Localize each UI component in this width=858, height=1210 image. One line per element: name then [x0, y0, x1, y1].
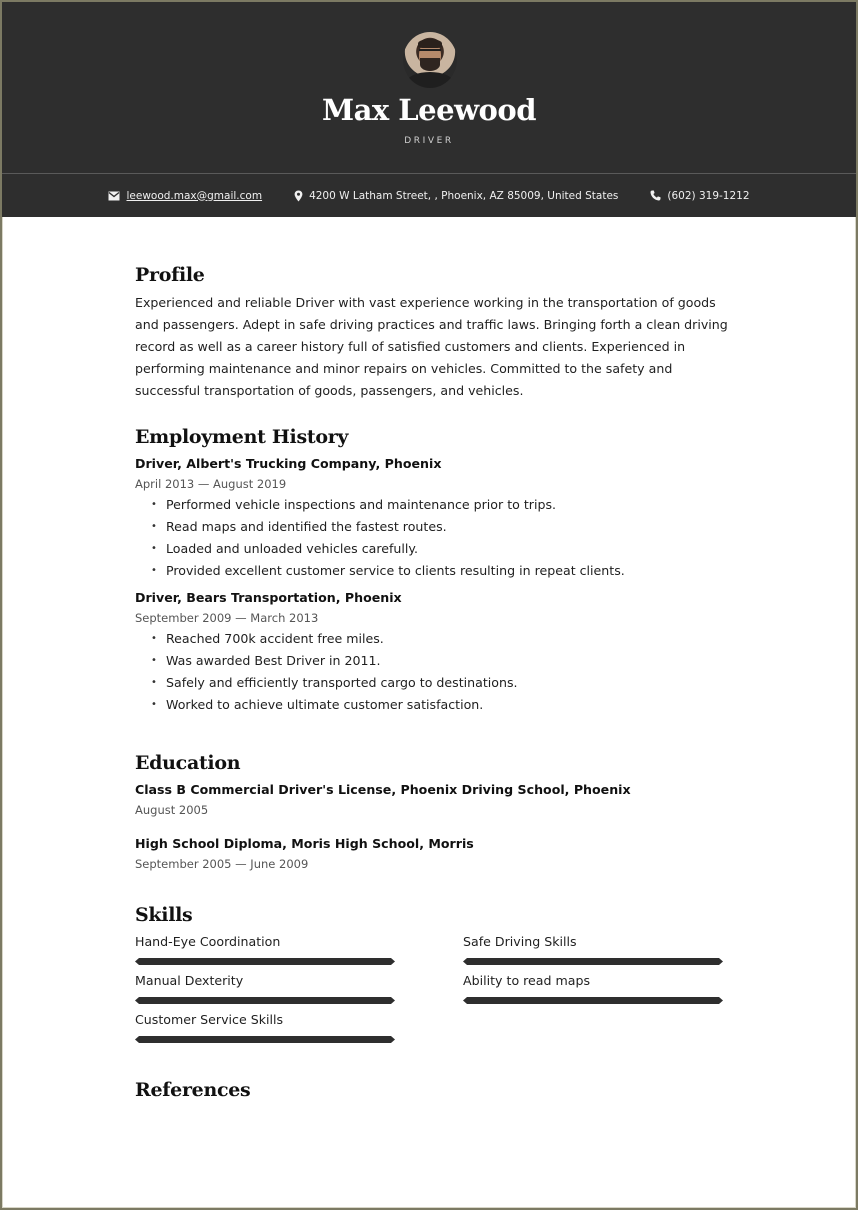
skill-item: Customer Service Skills — [135, 1012, 463, 1043]
skill-level-bar — [463, 958, 723, 965]
job-title: Driver, Albert's Trucking Company, Phoen… — [135, 456, 442, 471]
profile-text: Experienced and reliable Driver with vas… — [135, 295, 728, 398]
profile-section: Profile Experienced and reliable Driver … — [135, 264, 735, 402]
candidate-title: DRIVER — [404, 136, 454, 146]
skill-label: Customer Service Skills — [135, 1012, 284, 1027]
skill-item: Safe Driving Skills — [463, 934, 735, 965]
contact-bar: leewood.max@gmail.com 4200 W Latham Stre… — [2, 174, 856, 217]
resume-page: Max Leewood DRIVER leewood.max@gmail.com… — [0, 0, 858, 1210]
skill-item: Manual Dexterity — [135, 973, 463, 1004]
job-entry: Driver, Bears Transportation, Phoenix Se… — [135, 590, 735, 716]
job-title: Driver, Bears Transportation, Phoenix — [135, 590, 402, 605]
education-entry: High School Diploma, Moris High School, … — [135, 836, 735, 871]
education-title: Class B Commercial Driver's License, Pho… — [135, 782, 631, 797]
skill-item: Hand-Eye Coordination — [135, 934, 463, 965]
avatar-glasses — [419, 49, 441, 55]
job-bullet: Safely and efficiently transported cargo… — [151, 672, 735, 694]
contact-address: 4200 W Latham Street, , Phoenix, AZ 8500… — [294, 190, 618, 202]
skill-label: Ability to read maps — [463, 973, 591, 988]
references-heading: References — [135, 1079, 251, 1101]
job-bullet: Was awarded Best Driver in 2011. — [151, 650, 735, 672]
skills-grid: Hand-Eye Coordination Safe Driving Skill… — [135, 934, 735, 1043]
job-bullet: Worked to achieve ultimate customer sati… — [151, 694, 735, 716]
education-title: High School Diploma, Moris High School, … — [135, 836, 474, 851]
skill-item: Ability to read maps — [463, 973, 735, 1004]
skill-level-fill — [135, 997, 395, 1004]
phone-text: (602) 319-1212 — [667, 189, 750, 202]
skill-label: Manual Dexterity — [135, 973, 244, 988]
job-bullets: Reached 700k accident free miles. Was aw… — [135, 628, 735, 716]
education-heading: Education — [135, 752, 241, 774]
resume-header: Max Leewood DRIVER leewood.max@gmail.com… — [2, 2, 856, 217]
education-dates: September 2005 — June 2009 — [135, 857, 309, 871]
skills-section: Skills Hand-Eye Coordination Safe Drivin… — [135, 904, 735, 1043]
education-section: Education Class B Commercial Driver's Li… — [135, 752, 735, 871]
job-bullet: Reached 700k accident free miles. — [151, 628, 735, 650]
avatar-beard — [420, 58, 440, 71]
skill-level-fill — [463, 958, 723, 965]
skill-level-fill — [135, 1036, 395, 1043]
candidate-name: Max Leewood — [322, 93, 537, 127]
email-link[interactable]: leewood.max@gmail.com — [126, 190, 262, 202]
envelope-icon — [108, 191, 120, 201]
employment-section: Employment History Driver, Albert's Truc… — [135, 426, 735, 716]
references-section: References — [135, 1079, 735, 1101]
job-dates: April 2013 — August 2019 — [135, 477, 287, 491]
contact-phone: (602) 319-1212 — [650, 189, 750, 202]
job-dates: September 2009 — March 2013 — [135, 611, 319, 625]
map-pin-icon — [294, 190, 303, 202]
phone-icon — [650, 190, 661, 201]
job-bullet: Provided excellent customer service to c… — [151, 560, 735, 582]
skill-level-bar — [135, 1036, 395, 1043]
skill-label: Safe Driving Skills — [463, 934, 577, 949]
job-bullet: Loaded and unloaded vehicles carefully. — [151, 538, 735, 560]
address-text: 4200 W Latham Street, , Phoenix, AZ 8500… — [309, 189, 619, 202]
avatar — [403, 32, 457, 88]
employment-heading: Employment History — [135, 426, 349, 448]
skill-label: Hand-Eye Coordination — [135, 934, 281, 949]
education-dates: August 2005 — [135, 803, 209, 817]
avatar-shirt — [407, 72, 453, 88]
skill-level-fill — [463, 997, 723, 1004]
skill-level-fill — [135, 958, 395, 965]
contact-email: leewood.max@gmail.com — [108, 190, 262, 202]
skill-level-bar — [135, 958, 395, 965]
avatar-hair — [418, 39, 442, 48]
skills-heading: Skills — [135, 904, 193, 926]
profile-heading: Profile — [135, 264, 205, 286]
job-bullets: Performed vehicle inspections and mainte… — [135, 494, 735, 582]
job-bullet: Performed vehicle inspections and mainte… — [151, 494, 735, 516]
job-bullet: Read maps and identified the fastest rou… — [151, 516, 735, 538]
job-entry: Driver, Albert's Trucking Company, Phoen… — [135, 456, 735, 582]
education-entry: Class B Commercial Driver's License, Pho… — [135, 782, 735, 817]
skill-level-bar — [135, 997, 395, 1004]
skill-level-bar — [463, 997, 723, 1004]
